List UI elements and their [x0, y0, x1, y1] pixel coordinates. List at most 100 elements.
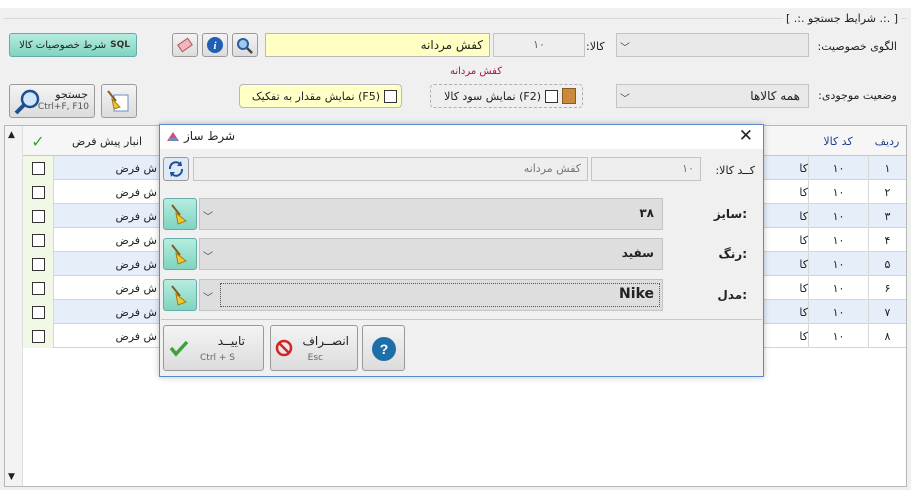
- product-name-cell: کا: [799, 281, 808, 295]
- stock-status-combo[interactable]: ﹀ همه کالاها: [616, 84, 809, 108]
- row-checkbox[interactable]: [31, 209, 45, 223]
- confirm-label: تاییــد: [217, 334, 245, 348]
- select-cell[interactable]: [23, 276, 53, 300]
- product-code-field[interactable]: ۱۰: [493, 33, 585, 57]
- scroll-down-icon[interactable]: ▼: [8, 472, 15, 482]
- cancel-icon: [275, 339, 293, 357]
- broom-report-button[interactable]: [101, 84, 137, 118]
- product-code-cell: ۱۰: [808, 252, 868, 276]
- scroll-up-icon[interactable]: ▲: [8, 130, 15, 140]
- color-clear-button[interactable]: [163, 238, 197, 270]
- select-cell[interactable]: [23, 300, 53, 324]
- size-label: سایز:: [713, 207, 747, 221]
- warehouse-cell: ش فرض: [53, 252, 161, 276]
- chevron-down-icon: ﹀: [620, 43, 630, 54]
- product-code-cell: ۱۰: [808, 300, 868, 324]
- model-clear-button[interactable]: [163, 279, 197, 311]
- refresh-icon: [168, 161, 184, 177]
- chevron-down-icon: ﹀: [620, 94, 630, 105]
- row-checkbox[interactable]: [31, 185, 45, 199]
- product-code-cell: ۱۰: [808, 180, 868, 204]
- header-row-number[interactable]: ردیف: [868, 126, 906, 156]
- select-cell[interactable]: [23, 228, 53, 252]
- product-name-cell: کا: [799, 257, 808, 271]
- product-name-cell: کا: [799, 329, 808, 343]
- show-profit-label: نمایش سود کالا (F2): [444, 89, 541, 103]
- eraser-button[interactable]: [172, 33, 198, 57]
- row-number-cell: ۷: [868, 300, 906, 324]
- product-code-cell: ۱۰: [808, 324, 868, 348]
- row-checkbox[interactable]: [31, 329, 45, 343]
- row-checkbox[interactable]: [31, 305, 45, 319]
- sql-icon: SQL: [110, 40, 130, 50]
- show-profit-option[interactable]: نمایش سود کالا (F2): [430, 84, 583, 108]
- header-default-warehouse[interactable]: انبار پیش فرض: [53, 126, 161, 156]
- dialog-code-field[interactable]: ۱۰: [591, 157, 701, 181]
- row-number-cell: ۶: [868, 276, 906, 300]
- show-qty-option[interactable]: نمایش مقدار به تفکیک (F5): [239, 84, 402, 108]
- warehouse-cell: ش فرض: [53, 228, 161, 252]
- dialog-name-field[interactable]: کفش مردانه: [193, 157, 588, 181]
- search-button[interactable]: جستجو Ctrl+F, F10: [9, 84, 95, 118]
- warehouse-cell: ش فرض: [53, 276, 161, 300]
- info-button[interactable]: i: [202, 33, 228, 57]
- model-label: مدل:: [717, 288, 747, 302]
- warehouse-cell: ش فرض: [53, 156, 161, 180]
- select-cell[interactable]: [23, 204, 53, 228]
- chevron-down-icon: ﹀: [203, 212, 213, 223]
- row-number-cell: ۵: [868, 252, 906, 276]
- row-checkbox[interactable]: [31, 161, 45, 175]
- confirm-button[interactable]: تاییــد Ctrl + S: [163, 325, 264, 371]
- product-code-cell: ۱۰: [808, 156, 868, 180]
- show-qty-label: نمایش مقدار به تفکیک (F5): [251, 89, 380, 103]
- size-clear-button[interactable]: [163, 198, 197, 230]
- broom-icon: [171, 204, 187, 225]
- row-checkbox[interactable]: [31, 281, 45, 295]
- model-combo[interactable]: ﹀ Nike: [199, 279, 663, 311]
- search-magnifier-button[interactable]: [232, 33, 258, 57]
- row-number-cell: ۸: [868, 324, 906, 348]
- color-combo[interactable]: ﹀ سفید: [199, 238, 663, 270]
- row-number-cell: ۲: [868, 180, 906, 204]
- model-focus-rect: [220, 283, 660, 307]
- header-check-icon[interactable]: ✓: [23, 126, 53, 156]
- help-button[interactable]: ?: [362, 325, 405, 371]
- attr-pattern-combo[interactable]: ﹀: [616, 33, 809, 57]
- cancel-button[interactable]: انصــراف Esc: [270, 325, 358, 371]
- attr-condition-button[interactable]: شرط خصوصیات کالا SQL: [9, 33, 137, 57]
- info-icon: i: [207, 37, 223, 53]
- top-strip: [0, 0, 911, 8]
- close-icon[interactable]: ✕: [739, 126, 753, 146]
- stock-status-label: وضعیت موجودی:: [818, 89, 897, 102]
- cancel-label: انصــراف: [302, 334, 349, 348]
- row-number-cell: ۳: [868, 204, 906, 228]
- chevron-down-icon: ﹀: [203, 252, 213, 263]
- vertical-scrollbar[interactable]: ▲ ▼: [5, 126, 23, 486]
- size-combo[interactable]: ﹀ ۳۸: [199, 198, 663, 230]
- row-checkbox[interactable]: [31, 257, 45, 271]
- dialog-title-wrap: شرط ساز: [166, 129, 235, 143]
- help-icon: ?: [372, 337, 396, 361]
- product-name-cell: کا: [799, 209, 808, 223]
- product-name-field[interactable]: کفش مردانه: [265, 33, 490, 57]
- header-product-code[interactable]: کد کالا: [808, 126, 868, 156]
- show-qty-checkbox[interactable]: [384, 89, 397, 103]
- show-profit-checkbox[interactable]: [545, 89, 558, 103]
- cancel-shortcut: Esc: [307, 353, 323, 363]
- select-cell[interactable]: [23, 252, 53, 276]
- confirm-shortcut: Ctrl + S: [200, 353, 235, 363]
- color-value: سفید: [621, 246, 654, 260]
- attr-pattern-label: الگوی خصوصیت:: [817, 40, 897, 53]
- select-cell[interactable]: [23, 156, 53, 180]
- dialog-code-label: کــد کالا:: [715, 164, 755, 177]
- chevron-down-icon: ﹀: [203, 293, 213, 304]
- dialog-divider: [161, 319, 762, 320]
- select-cell[interactable]: [23, 180, 53, 204]
- size-value: ۳۸: [639, 206, 654, 220]
- row-checkbox[interactable]: [31, 233, 45, 247]
- condition-builder-dialog: شرط ساز ✕ کــد کالا: ۱۰ کفش مردانه سایز:…: [159, 124, 764, 377]
- model-value: Nike: [619, 286, 654, 302]
- select-cell[interactable]: [23, 324, 53, 348]
- product-caption: کفش مردانه: [450, 66, 502, 77]
- refresh-button[interactable]: [163, 157, 189, 181]
